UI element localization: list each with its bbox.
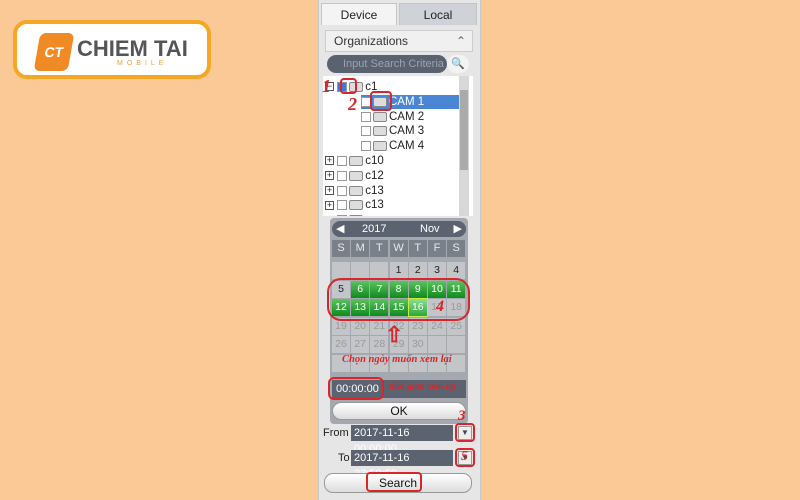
checkbox[interactable] <box>337 170 348 181</box>
device-icon <box>349 155 364 166</box>
organizations-header[interactable]: Organizations ⌃ <box>325 30 473 52</box>
calendar-day[interactable] <box>428 336 446 354</box>
camera-icon <box>373 141 387 152</box>
to-field[interactable]: 2017-11-16 23:59:59 <box>351 450 453 480</box>
tree-item[interactable]: + c13 <box>325 184 459 198</box>
tree-item[interactable]: + c.. <box>325 213 459 216</box>
tree-item-label: CAM 4 <box>389 140 425 153</box>
chevron-up-icon[interactable]: ⌃ <box>456 31 466 51</box>
weekday-header: F <box>428 240 446 257</box>
calendar-day[interactable]: 27 <box>351 336 370 354</box>
annotation-box-search <box>366 472 422 492</box>
weekday-header: T <box>408 240 427 257</box>
tree-item-label: c.. <box>365 214 377 216</box>
tree-item[interactable]: + c10 <box>325 154 459 168</box>
annotation-pick-time: thời gian xem lại <box>389 382 456 392</box>
calendar-day[interactable]: 1 <box>389 262 408 279</box>
expand-icon[interactable]: + <box>325 200 334 210</box>
tree-item-label: c10 <box>365 155 384 167</box>
annotation-box-2 <box>370 91 392 111</box>
calendar-day[interactable]: 2 <box>408 262 427 279</box>
tab-device[interactable]: Device <box>321 3 397 25</box>
calendar-month: Nov <box>420 223 440 235</box>
device-icon <box>349 185 364 196</box>
annotation-1: 1 <box>322 76 331 96</box>
weekday-header: M <box>351 240 370 257</box>
calendar-day[interactable]: 3 <box>428 262 446 279</box>
tree-item[interactable]: CAM 4 <box>361 139 459 153</box>
weekday-header: S <box>447 240 466 257</box>
search-icon[interactable]: 🔍 <box>447 55 469 73</box>
logo: CT CHIEM TAI MOBILE <box>13 20 211 79</box>
expand-icon[interactable]: + <box>325 171 334 181</box>
checkbox[interactable] <box>337 185 348 196</box>
tab-local[interactable]: Local <box>399 3 477 25</box>
logo-name: CHIEM TAI <box>77 36 188 61</box>
device-icon <box>349 200 364 211</box>
weekday-header: W <box>389 240 408 257</box>
annotation-5: 5 <box>461 449 468 464</box>
calendar-day[interactable] <box>370 262 389 279</box>
checkbox[interactable] <box>337 155 348 166</box>
calendar-header: ◀ 2017 Nov ▶ <box>332 221 466 237</box>
logo-mark: CT <box>33 33 75 71</box>
tree-item[interactable]: + c12 <box>325 169 459 183</box>
annotation-box-1 <box>340 78 357 94</box>
from-field[interactable]: 2017-11-16 00:00:00 <box>351 425 453 455</box>
device-tree: − c1 ✓ CAM 1 CAM 2 CAM 3 CAM 4 + c10 + c12 + c13… <box>323 76 473 216</box>
annotation-box-4 <box>327 278 470 321</box>
expand-icon[interactable]: + <box>325 156 334 166</box>
weekday-header: T <box>370 240 389 257</box>
calendar-day[interactable]: 4 <box>447 262 466 279</box>
checkbox[interactable] <box>361 111 371 122</box>
tree-item-label: c13 <box>365 184 384 197</box>
calendar-day[interactable] <box>351 262 370 279</box>
next-month-icon[interactable]: ▶ <box>454 221 462 237</box>
checkbox[interactable] <box>337 215 348 216</box>
checkbox[interactable] <box>337 200 348 211</box>
weekday-header: S <box>332 240 350 257</box>
search-input[interactable]: Input Search Criteria <box>327 55 447 73</box>
calendar-day[interactable] <box>332 262 350 279</box>
prev-month-icon[interactable]: ◀ <box>336 221 344 237</box>
annotation-pick-day: Chọn ngày muốn xem lại <box>342 354 452 365</box>
tree-item-label: CAM 1 <box>389 95 425 108</box>
tree-item[interactable]: CAM 2 <box>361 110 459 124</box>
ok-button[interactable]: OK <box>332 402 466 420</box>
scrollbar-thumb[interactable] <box>460 90 468 170</box>
camera-icon <box>373 126 387 137</box>
logo-subtitle: MOBILE <box>117 60 168 67</box>
calendar-day[interactable] <box>447 336 466 354</box>
camera-icon <box>373 111 387 122</box>
to-label: To <box>338 452 350 464</box>
tree-item-label: c13 <box>365 199 384 212</box>
tree-item-label: c12 <box>365 169 384 182</box>
arrow-up-icon: ⇧ <box>385 322 404 347</box>
expand-icon[interactable]: + <box>325 186 334 196</box>
calendar-day[interactable]: 30 <box>408 336 427 354</box>
annotation-box-time <box>328 377 384 400</box>
from-label: From <box>323 427 349 439</box>
tree-item-label: CAM 3 <box>389 125 425 138</box>
device-icon <box>349 170 364 181</box>
annotation-box-3 <box>455 423 475 442</box>
organizations-label: Organizations <box>334 34 409 48</box>
tree-item-label: CAM 2 <box>389 110 425 123</box>
annotation-2: 2 <box>348 94 357 114</box>
annotation-4: 4 <box>436 298 444 315</box>
calendar-day[interactable]: 26 <box>332 336 350 354</box>
device-icon <box>349 215 364 216</box>
calendar-year: 2017 <box>362 223 387 235</box>
checkbox[interactable] <box>361 126 371 137</box>
tree-item[interactable]: CAM 3 <box>361 124 459 138</box>
tree-item[interactable]: + c13 <box>325 198 459 212</box>
checkbox[interactable] <box>361 141 371 152</box>
